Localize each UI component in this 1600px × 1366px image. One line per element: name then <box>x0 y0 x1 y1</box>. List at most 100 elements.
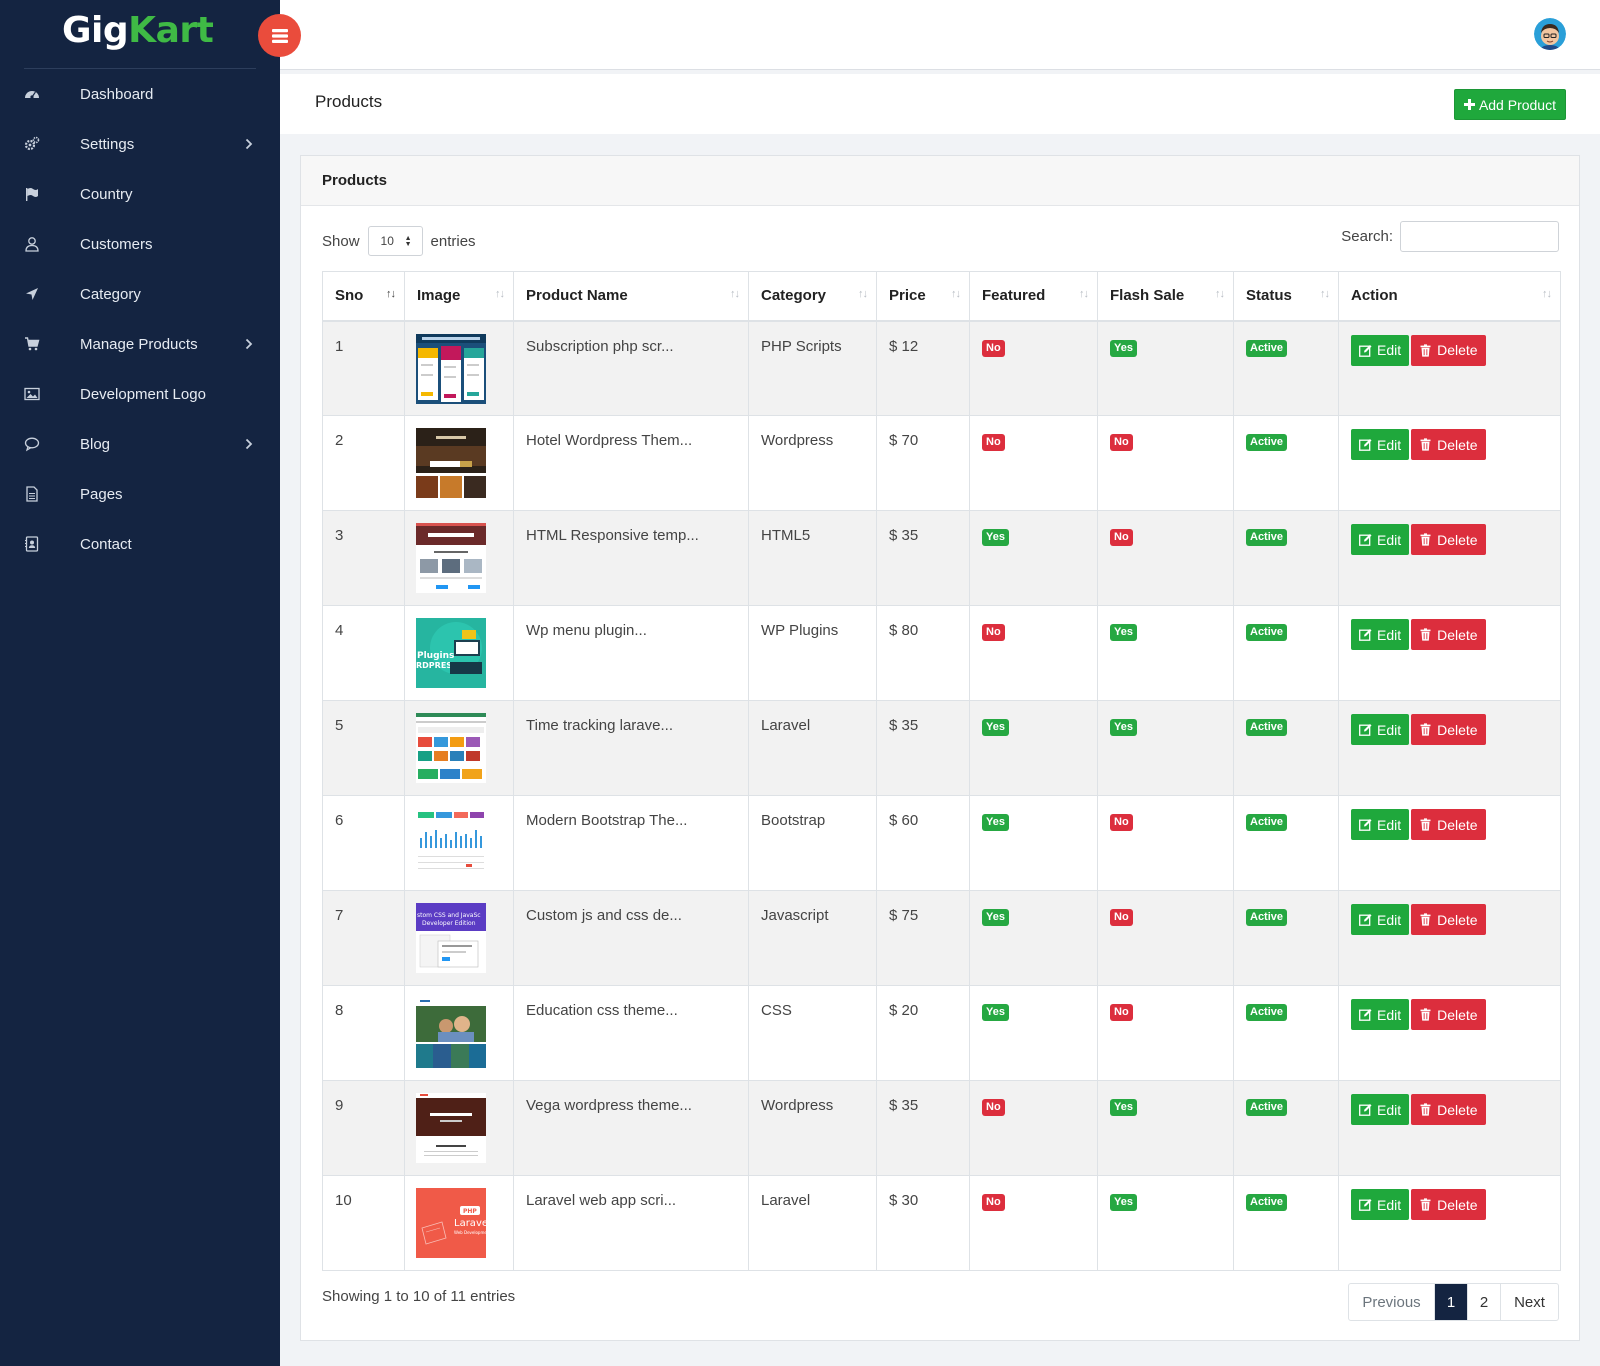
edit-button[interactable]: Edit <box>1351 1189 1410 1220</box>
column-header-action[interactable]: Action ↑↓ <box>1338 271 1561 322</box>
page-length-select[interactable]: 10 ▲ ▼ <box>367 226 423 256</box>
delete-label: Delete <box>1437 721 1478 738</box>
edit-label: Edit <box>1377 911 1402 928</box>
comment-icon <box>24 436 40 452</box>
pagination-page-2[interactable]: 2 <box>1467 1284 1500 1320</box>
user-icon <box>24 236 40 252</box>
column-header-category[interactable]: Category ↑↓ <box>748 271 877 322</box>
edit-icon <box>1359 819 1372 831</box>
delete-button[interactable]: Delete <box>1411 809 1486 840</box>
product-thumbnail[interactable]: Plugins RDPRESS <box>416 618 486 688</box>
flash-sale-badge: No <box>1110 909 1133 926</box>
trash-icon <box>1420 1198 1431 1211</box>
cell-featured: No <box>969 415 1098 511</box>
add-product-button[interactable]: Add Product <box>1453 89 1566 120</box>
edit-button[interactable]: Edit <box>1351 334 1410 366</box>
sidebar-item-country[interactable]: Country <box>0 169 280 219</box>
edit-button[interactable]: Edit <box>1351 619 1410 650</box>
edit-button[interactable]: Edit <box>1351 429 1410 460</box>
brand-logo[interactable]: GigKart <box>0 0 280 69</box>
edit-button[interactable]: Edit <box>1351 904 1410 935</box>
product-thumbnail[interactable]: PHP Larave Web Developme <box>416 1188 486 1258</box>
sidebar-toggle-button[interactable] <box>258 14 301 57</box>
product-thumbnail[interactable] <box>416 428 486 498</box>
sort-icon: ↑↓ <box>495 288 505 300</box>
sidebar-item-blog[interactable]: Blog <box>0 419 280 469</box>
delete-button[interactable]: Delete <box>1411 1094 1486 1125</box>
sidebar-item-label: Category <box>80 285 141 303</box>
edit-button[interactable]: Edit <box>1351 524 1410 555</box>
column-header-sno[interactable]: Sno ↑↓ <box>322 271 405 322</box>
table-row: 10 PHP Larave Web Developme Laravel web app … <box>322 1175 1561 1271</box>
table-row: 9 Vega wordpress theme... Wordpress $ 35 No Y… <box>322 1080 1561 1176</box>
product-thumbnail[interactable]: stom CSS and JavaSc Developer Edition <box>416 903 486 973</box>
sidebar-item-dashboard[interactable]: Dashboard <box>0 69 280 119</box>
delete-button[interactable]: Delete <box>1411 999 1486 1030</box>
delete-label: Delete <box>1437 911 1478 928</box>
product-thumbnail[interactable] <box>416 523 486 593</box>
cell-sno: 4 <box>322 605 405 701</box>
product-thumbnail[interactable] <box>416 808 486 878</box>
cell-product-name: Custom js and css de... <box>513 890 749 986</box>
cell-featured: Yes <box>969 510 1098 606</box>
user-avatar[interactable] <box>1534 18 1566 50</box>
delete-button[interactable]: Delete <box>1411 619 1486 650</box>
search-input[interactable] <box>1400 221 1559 252</box>
edit-button[interactable]: Edit <box>1351 809 1410 840</box>
column-header-status[interactable]: Status ↑↓ <box>1233 271 1339 322</box>
delete-button[interactable]: Delete <box>1411 429 1486 460</box>
delete-button[interactable]: Delete <box>1411 524 1486 555</box>
cell-sno: 6 <box>322 795 405 891</box>
column-header-flash-sale[interactable]: Flash Sale ↑↓ <box>1097 271 1234 322</box>
svg-text:Larave: Larave <box>454 1218 486 1229</box>
column-header-product-name[interactable]: Product Name ↑↓ <box>513 271 749 322</box>
status-badge: Active <box>1246 909 1288 926</box>
cell-sno: 10 <box>322 1175 405 1271</box>
sidebar-item-contact[interactable]: Contact <box>0 519 280 569</box>
brand-part-1: Gig <box>62 10 129 51</box>
cell-status: Active <box>1233 890 1339 986</box>
product-thumbnail[interactable] <box>416 333 486 404</box>
sidebar-item-settings[interactable]: Settings <box>0 119 280 169</box>
search-label: Search: <box>1341 228 1393 245</box>
delete-label: Delete <box>1437 1196 1478 1213</box>
edit-label: Edit <box>1377 1101 1402 1118</box>
column-header-image[interactable]: Image ↑↓ <box>404 271 514 322</box>
flash-sale-badge: No <box>1110 434 1133 451</box>
cell-action: Edit Delete <box>1338 795 1561 891</box>
pagination-previous[interactable]: Previous <box>1349 1284 1434 1320</box>
sidebar-item-development-logo[interactable]: Development Logo <box>0 369 280 419</box>
cell-category: WP Plugins <box>748 605 877 701</box>
table-row: 2 Hotel Wordpress Them... Wordpress $ 70 No N… <box>322 415 1561 511</box>
edit-button[interactable]: Edit <box>1351 1094 1410 1125</box>
column-header-price[interactable]: Price ↑↓ <box>876 271 970 322</box>
edit-label: Edit <box>1377 342 1402 358</box>
delete-button[interactable]: Delete <box>1411 904 1486 935</box>
cell-flash-sale: Yes <box>1097 1175 1234 1271</box>
flash-sale-badge: Yes <box>1110 624 1137 641</box>
product-thumbnail[interactable] <box>416 1093 486 1163</box>
edit-button[interactable]: Edit <box>1351 999 1410 1030</box>
delete-label: Delete <box>1437 816 1478 833</box>
column-header-featured[interactable]: Featured ↑↓ <box>969 271 1098 322</box>
pagination-page-1[interactable]: 1 <box>1434 1284 1467 1320</box>
edit-button[interactable]: Edit <box>1351 714 1410 745</box>
cell-product-name: Education css theme... <box>513 985 749 1081</box>
sidebar-item-category[interactable]: Category <box>0 269 280 319</box>
flash-sale-badge: Yes <box>1110 719 1137 736</box>
pagination-next[interactable]: Next <box>1500 1284 1558 1320</box>
delete-button[interactable]: Delete <box>1411 714 1486 745</box>
delete-button[interactable]: Delete <box>1411 334 1486 366</box>
sidebar-item-manage-products[interactable]: Manage Products <box>0 319 280 369</box>
product-thumbnail[interactable] <box>416 713 486 783</box>
cell-status: Active <box>1233 320 1339 416</box>
sidebar-item-customers[interactable]: Customers <box>0 219 280 269</box>
product-thumbnail[interactable] <box>416 998 486 1068</box>
trash-icon <box>1420 1103 1431 1116</box>
sidebar-item-pages[interactable]: Pages <box>0 469 280 519</box>
sort-icon: ↑↓ <box>730 288 740 300</box>
trash-icon <box>1420 628 1431 641</box>
cell-flash-sale: Yes <box>1097 1080 1234 1176</box>
delete-button[interactable]: Delete <box>1411 1189 1486 1220</box>
sidebar-item-label: Country <box>80 185 133 203</box>
